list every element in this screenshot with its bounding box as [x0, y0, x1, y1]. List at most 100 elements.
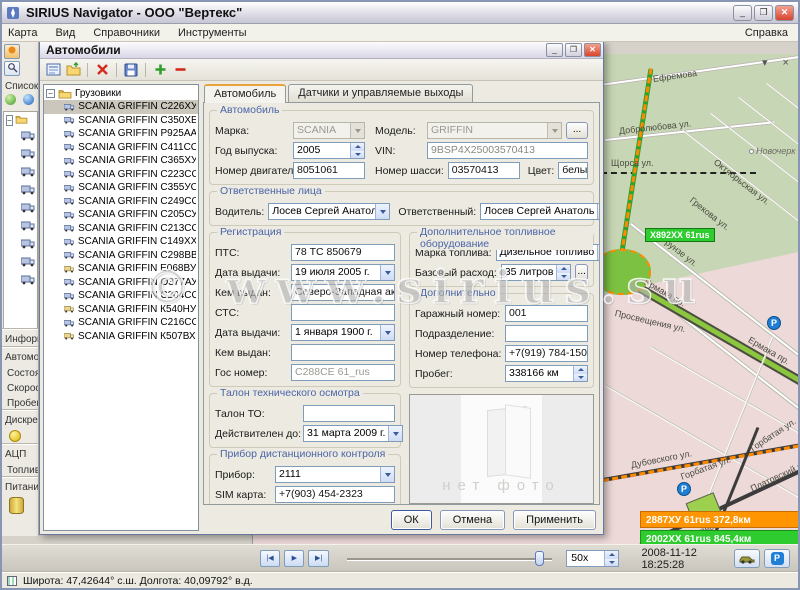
map-panel-controls[interactable]: ▾ × [762, 56, 795, 69]
tree-item[interactable]: SCANIA GRIFFIN С350ХЕ 61rus [44, 114, 198, 128]
pts-input[interactable]: 78 ТС 850679 [291, 244, 395, 261]
tree-item[interactable]: SCANIA GRIFFIN Е068ВУ 161rus [44, 262, 198, 276]
tree-item[interactable]: SCANIA GRIFFIN С298ВВ 61rus [44, 249, 198, 263]
save-button[interactable] [122, 61, 140, 79]
garage-input[interactable]: 001 [505, 305, 588, 322]
view-icon[interactable] [23, 94, 34, 105]
menu-help[interactable]: Справка [745, 27, 788, 39]
pan-tool-button[interactable] [4, 44, 20, 59]
route-badge-orange[interactable]: 2887ХУ 61rus 372,8км [640, 511, 798, 528]
sts-input[interactable] [291, 304, 395, 321]
tree-item[interactable]: SCANIA GRIFFIN С204СС 61rus [44, 289, 198, 303]
dialog-minimize-button[interactable]: _ [546, 43, 563, 57]
tab-vehicle[interactable]: Автомобиль [204, 84, 286, 103]
menu-view[interactable]: Вид [55, 27, 75, 39]
color-input[interactable]: белый [558, 162, 588, 179]
slider-track[interactable] [347, 558, 553, 560]
inspection-card-input[interactable] [303, 405, 395, 422]
tree-item[interactable]: SCANIA GRIFFIN С226ХУ 61rus [44, 100, 198, 114]
add-button[interactable] [151, 61, 169, 79]
model-browse-button[interactable]: ... [566, 122, 588, 139]
tree-item[interactable]: SCANIA GRIFFIN Р925АА 61rus [44, 127, 198, 141]
spinner-arrows-icon[interactable] [350, 143, 364, 158]
plate-input[interactable]: С288СЕ 61_rus [291, 364, 395, 381]
dialog-title-bar[interactable]: Автомобили _ ❐ ✕ [40, 42, 603, 59]
tree-item[interactable]: SCANIA GRIFFIN О377АУ 61rus [44, 276, 198, 290]
info-group-power[interactable]: Питани [2, 477, 38, 495]
delete-button[interactable] [93, 61, 111, 79]
phone-input[interactable]: +7(919) 784-1502 [505, 345, 588, 362]
tree-item[interactable]: SCANIA GRIFFIN К540НУ 161rus [44, 303, 198, 317]
fuel-browse-button[interactable]: ... [575, 264, 588, 281]
ok-button[interactable]: ОК [391, 510, 432, 530]
tree-item[interactable]: SCANIA GRIFFIN С365ХУ 61rus [44, 154, 198, 168]
responsible-combo[interactable]: Лосев Сергей Анатоль [480, 203, 600, 220]
tree-item[interactable]: SCANIA GRIFFIN К507ВХ 161rus [44, 330, 198, 344]
parking-button[interactable]: P [764, 549, 790, 568]
timeline-slider[interactable] [347, 550, 553, 567]
skip-to-start-button[interactable]: |◀ [260, 550, 280, 567]
expander-icon[interactable]: − [46, 89, 55, 98]
chassis-input[interactable]: 03570413 [448, 162, 520, 179]
expander-icon[interactable]: − [6, 115, 13, 126]
pts-issuer-input[interactable]: Северо-Западная акцизная т [291, 284, 395, 301]
sim-input[interactable]: +7(903) 454-2323 [275, 486, 395, 503]
vehicle-badge[interactable]: Х892ХХ 61rus [645, 228, 715, 242]
dialog-close-button[interactable]: ✕ [584, 43, 601, 57]
globe-icon[interactable] [5, 94, 16, 105]
tree-item[interactable]: SCANIA GRIFFIN С223СС 61rus [44, 168, 198, 182]
play-button[interactable]: ▶ [284, 550, 304, 567]
fuel-rate-spinner[interactable]: 35 литров [501, 264, 572, 281]
menu-references[interactable]: Справочники [93, 27, 160, 39]
skip-to-end-button[interactable]: ▶| [308, 550, 328, 567]
sts-issuer-input[interactable] [291, 344, 395, 361]
info-group-discrete[interactable]: Дискре [2, 410, 38, 428]
sts-date-picker[interactable]: 1 января 1900 г. [291, 324, 395, 341]
info-group-adc[interactable]: АЦП [2, 444, 38, 462]
device-combo[interactable]: 2111 [275, 466, 395, 483]
properties-button[interactable] [44, 61, 62, 79]
zoom-tool-button[interactable] [4, 61, 20, 76]
parking-icon[interactable]: P [767, 316, 781, 330]
tree-item[interactable]: SCANIA GRIFFIN С249СС 61rus [44, 195, 198, 209]
tree-root[interactable]: − Грузовики [44, 87, 198, 100]
spinner-arrows-icon[interactable] [604, 551, 618, 566]
title-bar[interactable]: SIRIUS Navigator - ООО "Вертекс" _ ❐ ✕ [2, 2, 798, 24]
division-input[interactable] [505, 325, 588, 342]
year-spinner[interactable]: 2005 [293, 142, 365, 159]
remove-button[interactable] [171, 61, 189, 79]
spinner-arrows-icon[interactable] [573, 366, 587, 381]
tab-sensors[interactable]: Датчики и управляемые выходы [288, 84, 473, 103]
parking-icon[interactable]: P [677, 482, 691, 496]
info-header[interactable]: Информ [2, 329, 38, 347]
tree-item[interactable]: SCANIA GRIFFIN С213СС 61rus [44, 222, 198, 236]
cancel-button[interactable]: Отмена [440, 510, 505, 530]
menu-tools[interactable]: Инструменты [178, 27, 247, 39]
driver-combo[interactable]: Лосев Сергей Анатоль [268, 203, 390, 220]
pts-date-picker[interactable]: 19 июля 2005 г. [291, 264, 395, 281]
minimize-button[interactable]: _ [733, 5, 752, 21]
speed-spinner[interactable]: 50x [566, 550, 619, 567]
vehicle-button[interactable] [734, 549, 760, 568]
tree-item[interactable]: SCANIA GRIFFIN С205СУ 61rus [44, 208, 198, 222]
speed-value[interactable]: 50x [567, 551, 604, 566]
valid-until-picker[interactable]: 31 марта 2009 г. [303, 425, 403, 442]
slider-thumb[interactable] [535, 551, 544, 566]
tree-item[interactable]: SCANIA GRIFFIN С355УС 61rus [44, 181, 198, 195]
mileage-spinner[interactable]: 338166 км [505, 365, 588, 382]
sidebar-tree-root[interactable]: − [4, 114, 37, 126]
sidebar-tree[interactable]: − [3, 111, 38, 329]
route-badge-green[interactable]: 2002ХХ 61rus 845,4км [640, 530, 798, 544]
close-button[interactable]: ✕ [775, 5, 794, 21]
tree-item[interactable]: SCANIA GRIFFIN С216СС 61rus [44, 316, 198, 330]
dialog-maximize-button[interactable]: ❐ [565, 43, 582, 57]
vin-input[interactable]: 9BSP4X25003570413 [427, 142, 588, 159]
menu-map[interactable]: Карта [8, 27, 37, 39]
engine-input[interactable]: 8051061 [293, 162, 365, 179]
vehicle-tree[interactable]: − Грузовики SCANIA GRIFFIN С226ХУ 61rus … [43, 84, 199, 531]
tree-item[interactable]: SCANIA GRIFFIN С149ХХ 161rus [44, 235, 198, 249]
tree-item[interactable]: SCANIA GRIFFIN С411СС 61rus [44, 141, 198, 155]
spinner-arrows-icon[interactable] [556, 265, 570, 280]
open-button[interactable] [64, 61, 82, 79]
info-group-vehicle[interactable]: Автомо [2, 347, 38, 365]
